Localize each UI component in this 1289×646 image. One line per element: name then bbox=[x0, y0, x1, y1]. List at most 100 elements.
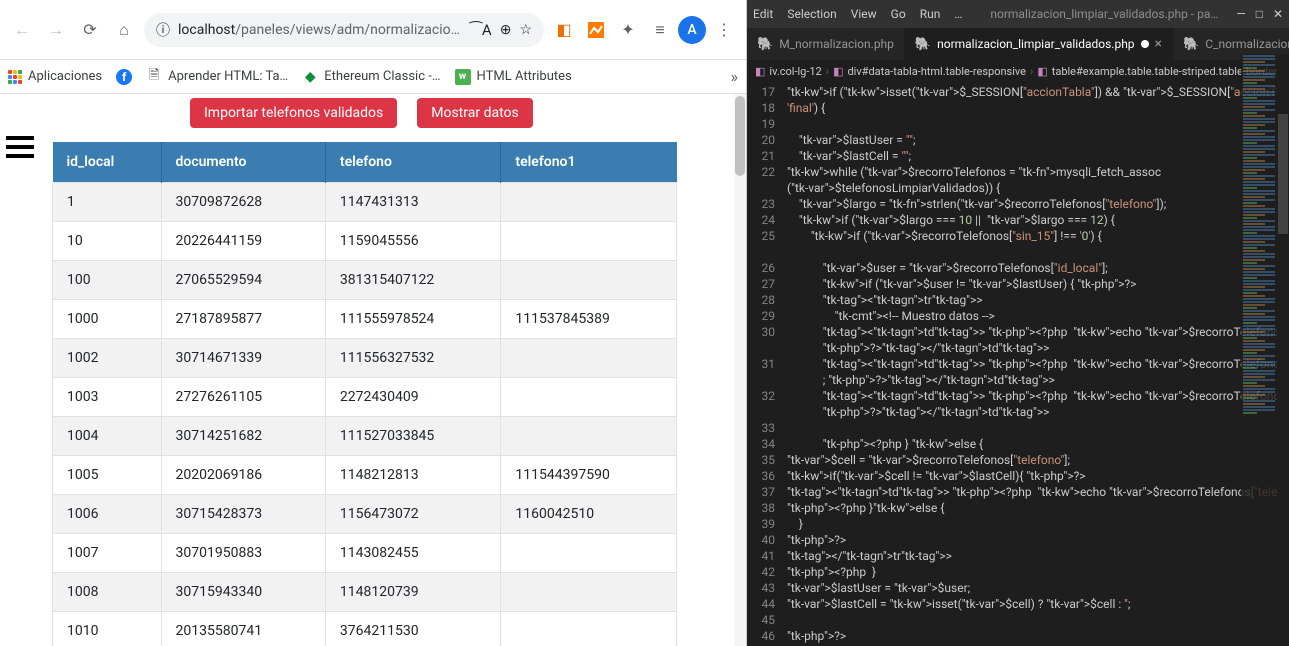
menu-item[interactable]: Go bbox=[891, 7, 906, 21]
table-cell: 111544397590 bbox=[501, 456, 677, 495]
bookmark-aprender-html[interactable]: 🗎 Aprender HTML: Ta… bbox=[146, 69, 288, 85]
facebook-icon: f bbox=[116, 69, 132, 85]
table-row: 1008307159433401148120739 bbox=[53, 573, 677, 612]
table-cell: 1143082455 bbox=[325, 534, 501, 573]
minimize-button[interactable]: — bbox=[1236, 7, 1245, 21]
table-cell: 111555978524 bbox=[325, 300, 501, 339]
menu-item[interactable]: Selection bbox=[787, 7, 836, 21]
table-cell: 3764211530 bbox=[325, 612, 501, 646]
table-cell: 381315407122 bbox=[325, 261, 501, 300]
table-row: 1005202020691861148212813111544397590 bbox=[53, 456, 677, 495]
page-scrollbar[interactable] bbox=[734, 94, 746, 646]
column-header[interactable]: telefono1 bbox=[501, 142, 677, 183]
site-info-icon[interactable]: ⓘ bbox=[156, 20, 170, 40]
column-header[interactable]: telefono bbox=[325, 142, 501, 183]
bookmark-label: HTML Attributes bbox=[477, 69, 572, 84]
table-cell: 2272430409 bbox=[325, 378, 501, 417]
data-table: id_localdocumentotelefonotelefono1 13070… bbox=[52, 142, 677, 646]
forward-button[interactable]: → bbox=[42, 16, 70, 44]
editor-tab[interactable]: 🐘 M_normalizacion.php bbox=[747, 28, 905, 60]
window-title: normalizacion_limpiar_validados.php - pa… bbox=[990, 7, 1222, 21]
bookmark-label: Ethereum Classic -… bbox=[324, 69, 440, 84]
table-cell: 111537845389 bbox=[501, 300, 677, 339]
close-tab-icon[interactable]: × bbox=[1155, 36, 1162, 52]
code-area[interactable]: "tk-kw">if ("tk-kw">isset("tk-var">$_SES… bbox=[781, 82, 1289, 646]
table-cell: 1148212813 bbox=[325, 456, 501, 495]
show-data-button[interactable]: Mostrar datos bbox=[417, 98, 532, 128]
bookmark-star-icon[interactable]: ☆ bbox=[519, 22, 532, 38]
translate-icon[interactable]: ⁀A bbox=[470, 21, 492, 39]
breadcrumb-segment[interactable]: table#example.table.table-striped.table-… bbox=[1052, 65, 1289, 78]
menu-item[interactable]: View bbox=[851, 7, 877, 21]
table-cell bbox=[501, 339, 677, 378]
table-row: 10202264411591159045556 bbox=[53, 222, 677, 261]
table-cell: 30709872628 bbox=[161, 183, 325, 222]
extensions-icon[interactable]: ✦ bbox=[614, 16, 642, 44]
php-icon: 🐘 bbox=[1183, 37, 1199, 52]
table-cell: 20226441159 bbox=[161, 222, 325, 261]
bookmark-facebook[interactable]: f bbox=[116, 69, 132, 85]
browser-window: ← → ⟳ ⌂ ⓘ localhost/paneles/views/adm/no… bbox=[0, 0, 747, 646]
menu-item[interactable]: Edit bbox=[753, 7, 773, 21]
column-header[interactable]: id_local bbox=[53, 142, 162, 183]
editor[interactable]: 1718192021222324252627282930313233343536… bbox=[747, 82, 1289, 646]
table-cell: 1160042510 bbox=[501, 495, 677, 534]
breadcrumb-icon: ◧ bbox=[1037, 65, 1047, 78]
apps-label: Aplicaciones bbox=[28, 69, 102, 84]
close-window-button[interactable]: ✕ bbox=[1273, 7, 1283, 21]
breadcrumb[interactable]: ◧ iv.col-lg-12›◧ div#data-tabla-html.tab… bbox=[747, 60, 1289, 82]
editor-scrollbar[interactable] bbox=[1277, 54, 1289, 614]
menu-item[interactable]: Run bbox=[920, 7, 941, 21]
editor-tabs: 🐘 M_normalizacion.php 🐘normalizacion_limpi… bbox=[747, 28, 1289, 60]
table-cell: 30715943340 bbox=[161, 573, 325, 612]
action-buttons: Importar telefonos validados Mostrar dat… bbox=[0, 94, 746, 142]
table-cell: 1007 bbox=[53, 534, 162, 573]
table-cell: 20202069186 bbox=[161, 456, 325, 495]
column-header[interactable]: documento bbox=[161, 142, 325, 183]
table-cell: 1148120739 bbox=[325, 573, 501, 612]
table-cell: 1000 bbox=[53, 300, 162, 339]
breadcrumb-segment[interactable]: iv.col-lg-12 bbox=[769, 65, 821, 78]
table-cell: 1002 bbox=[53, 339, 162, 378]
apps-icon bbox=[8, 70, 22, 84]
reload-button[interactable]: ⟳ bbox=[76, 16, 104, 44]
zoom-icon[interactable]: ⊕ bbox=[500, 22, 512, 38]
table-cell bbox=[501, 261, 677, 300]
reading-list-icon[interactable]: ≡ bbox=[646, 16, 674, 44]
bookmark-ethereum[interactable]: ◆Ethereum Classic -… bbox=[302, 69, 440, 85]
table-cell bbox=[501, 222, 677, 261]
table-cell: 1147431313 bbox=[325, 183, 501, 222]
back-button[interactable]: ← bbox=[8, 16, 36, 44]
table-cell: 27065529594 bbox=[161, 261, 325, 300]
table-cell bbox=[501, 573, 677, 612]
address-bar[interactable]: ⓘ localhost/paneles/views/adm/normalizac… bbox=[144, 13, 544, 47]
menu-item[interactable]: … bbox=[954, 7, 962, 21]
breadcrumb-segment[interactable]: div#data-tabla-html.table-responsive bbox=[847, 65, 1026, 78]
home-button[interactable]: ⌂ bbox=[110, 16, 138, 44]
table-row: 1010201355807413764211530 bbox=[53, 612, 677, 646]
hamburger-menu-button[interactable] bbox=[6, 136, 34, 158]
bookmark-html-attributes[interactable]: wHTML Attributes bbox=[455, 69, 572, 85]
vscode-window: Edit Selection View Go Run … normalizacion_li… bbox=[747, 0, 1289, 646]
apps-shortcut[interactable]: Aplicaciones bbox=[8, 69, 102, 84]
document-icon: 🗎 bbox=[146, 69, 162, 85]
menu-icon[interactable]: ⋮ bbox=[710, 16, 738, 44]
editor-tab[interactable]: 🐘normalizacion_limpiar_validados.php× bbox=[905, 28, 1173, 60]
bookmarks-overflow-icon[interactable]: » bbox=[731, 67, 739, 86]
table-cell: 10 bbox=[53, 222, 162, 261]
tab-label: M_normalizacion.php bbox=[779, 37, 894, 51]
bookmark-label: Aprender HTML: Ta… bbox=[168, 69, 288, 84]
maximize-button[interactable]: □ bbox=[1256, 7, 1263, 21]
editor-tab[interactable]: 🐘C_normalizacion.php bbox=[1173, 28, 1289, 60]
table-row: 10027065529594381315407122 bbox=[53, 261, 677, 300]
table-cell: 1004 bbox=[53, 417, 162, 456]
profile-avatar[interactable]: A bbox=[678, 16, 706, 44]
table-row: 1003272762611052272430409 bbox=[53, 378, 677, 417]
php-icon: 🐘 bbox=[757, 37, 773, 52]
import-button[interactable]: Importar telefonos validados bbox=[190, 98, 397, 128]
extension-icon-2[interactable] bbox=[582, 16, 610, 44]
table-row: 10063071542837311564730721160042510 bbox=[53, 495, 677, 534]
table-cell: 111556327532 bbox=[325, 339, 501, 378]
extension-icon-1[interactable]: ◧ bbox=[550, 16, 578, 44]
table-row: 100027187895877111555978524111537845389 bbox=[53, 300, 677, 339]
